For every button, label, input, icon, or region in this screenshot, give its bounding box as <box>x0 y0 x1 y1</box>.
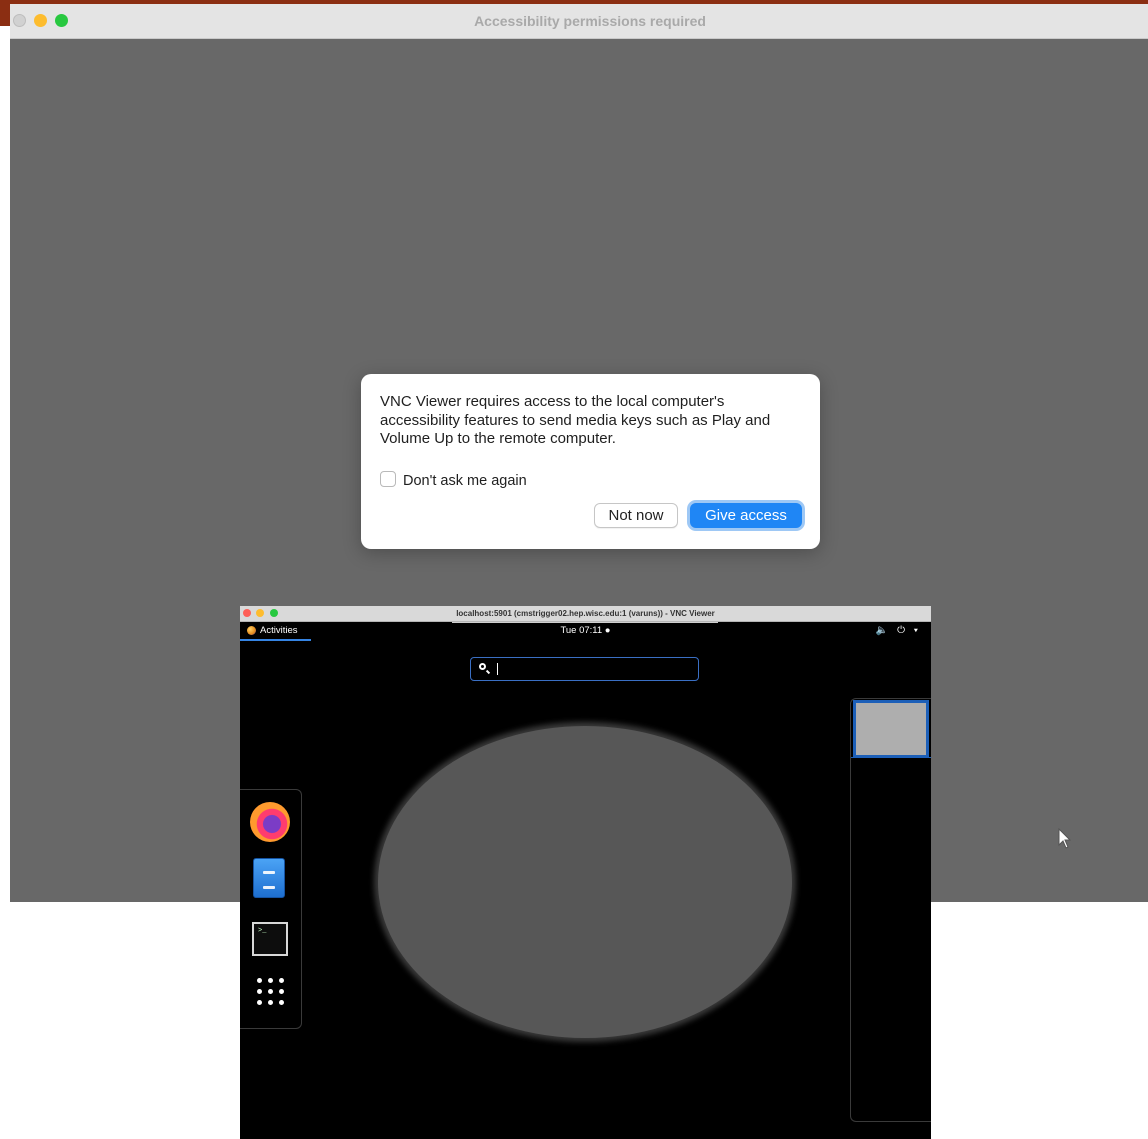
search-icon <box>479 663 486 670</box>
not-now-button[interactable]: Not now <box>594 503 678 528</box>
gnome-dash: >_ <box>240 789 302 1029</box>
window-left-edge <box>0 0 10 26</box>
terminal-prompt: >_ <box>258 927 267 935</box>
text-cursor <box>497 663 498 675</box>
overview-window-preview[interactable] <box>378 726 792 1038</box>
overview-search-input[interactable] <box>470 657 699 681</box>
give-access-button[interactable]: Give access <box>690 503 802 528</box>
workspace-separator <box>851 757 931 758</box>
vnc-viewer-window: localhost:5901 (cmstrigger02.hep.wisc.ed… <box>240 606 931 1139</box>
window-title: Accessibility permissions required <box>474 13 706 29</box>
activities-underline <box>240 639 311 641</box>
clock-label[interactable]: Tue 07:11 ● <box>240 624 931 638</box>
dialog-message: VNC Viewer requires access to the local … <box>380 393 771 447</box>
workspace-switcher <box>850 698 931 1122</box>
vnc-window-title: localhost:5901 (cmstrigger02.hep.wisc.ed… <box>456 609 715 618</box>
system-menu-icons[interactable]: 🔈 ⏻ ▾ <box>876 624 921 638</box>
dont-ask-checkbox[interactable] <box>380 471 396 487</box>
firefox-icon[interactable] <box>250 802 290 842</box>
workspace-thumbnail[interactable] <box>853 700 929 758</box>
mac-titlebar[interactable]: Accessibility permissions required <box>10 4 1148 39</box>
dont-ask-label[interactable]: Don't ask me again <box>403 473 527 489</box>
vnc-titlebar[interactable]: localhost:5901 (cmstrigger02.hep.wisc.ed… <box>240 606 931 622</box>
show-apps-icon[interactable] <box>257 978 285 1008</box>
files-icon[interactable] <box>253 858 285 898</box>
mouse-pointer-icon <box>1058 828 1072 849</box>
clock-indicator-line <box>452 622 718 623</box>
accessibility-dialog: VNC Viewer requires access to the local … <box>361 374 820 549</box>
terminal-icon[interactable]: >_ <box>252 922 288 956</box>
